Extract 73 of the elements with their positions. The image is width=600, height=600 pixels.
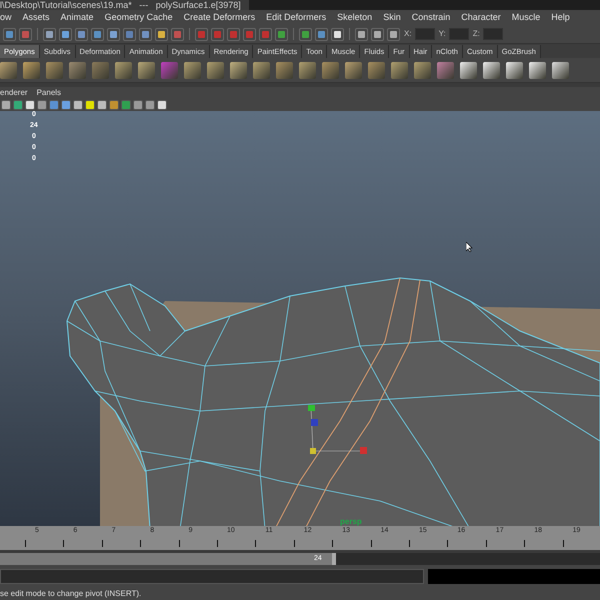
field-label: Z:	[472, 28, 480, 40]
shelf-tool-icon[interactable]	[322, 62, 339, 79]
shelf-tool-icon[interactable]	[138, 62, 155, 79]
shelf-tool-icon[interactable]	[184, 62, 201, 79]
panel-tool-icon[interactable]	[109, 100, 119, 110]
panel-tool-icon[interactable]	[1, 100, 11, 110]
panel-tool-icon[interactable]	[85, 100, 95, 110]
shelf-tool-icon[interactable]	[115, 62, 132, 79]
menu-item[interactable]: Character	[461, 11, 501, 25]
shelf-tool-icon[interactable]	[345, 62, 362, 79]
shelf-tool-icon[interactable]	[552, 62, 569, 79]
shelf-tool-icon[interactable]	[368, 62, 385, 79]
shelf-tool-icon[interactable]	[230, 62, 247, 79]
shelf-tool-icon[interactable]	[23, 62, 40, 79]
panel-menu-item[interactable]: Panels	[36, 87, 62, 100]
shelf-tool-icon[interactable]	[460, 62, 477, 79]
menu-item[interactable]: Muscle	[512, 11, 540, 25]
panel-tool-icon[interactable]	[133, 100, 143, 110]
panel-menu-item[interactable]: enderer	[0, 87, 28, 100]
shelf-tool-icon[interactable]	[483, 62, 500, 79]
coordinate-field[interactable]	[448, 28, 469, 40]
menu-item[interactable]: ow	[0, 11, 12, 25]
toolbar-tool-icon[interactable]	[59, 28, 72, 41]
mesh-wireframe-drawing[interactable]	[66, 278, 600, 526]
toolbar-tool-icon[interactable]	[43, 28, 56, 41]
menu-item[interactable]: Animate	[60, 11, 94, 25]
panel-tool-icon[interactable]	[121, 100, 131, 110]
shelf-tool-icon[interactable]	[0, 62, 17, 79]
field-label: X:	[404, 28, 412, 40]
shelf-tool-icon[interactable]	[391, 62, 408, 79]
toolbar-tool-icon[interactable]	[387, 28, 400, 41]
shelf-tool-icon[interactable]	[46, 62, 63, 79]
panel-tool-icon[interactable]	[13, 100, 23, 110]
shelf-tool-icon[interactable]	[253, 62, 270, 79]
move-manipulator-drawing[interactable]	[308, 405, 367, 454]
shelf-tool-icon[interactable]	[207, 62, 224, 79]
menu-item[interactable]: Create Deformers	[184, 11, 256, 25]
camera-label: persp	[340, 516, 362, 526]
panel-tool-icon[interactable]	[37, 100, 47, 110]
menu-item[interactable]: Skin	[383, 11, 401, 25]
menu-item[interactable]: Skeleton	[337, 11, 372, 25]
shelf-tool-icon[interactable]	[299, 62, 316, 79]
shelf-tool-icon[interactable]	[506, 62, 523, 79]
cursor-icon	[466, 242, 474, 252]
toolbar-tool-icon[interactable]	[139, 28, 152, 41]
menu-item[interactable]: Geometry Cache	[104, 11, 173, 25]
shelf-tool-icon[interactable]	[529, 62, 546, 79]
shelf-tool-icon[interactable]	[414, 62, 431, 79]
toolbar-tool-icon[interactable]	[155, 28, 168, 41]
toolbar-tool-icon[interactable]	[331, 28, 344, 41]
toolbar-tool-icon[interactable]	[355, 28, 368, 41]
toolbar-tool-icon[interactable]	[371, 28, 384, 41]
panel-tool-icon[interactable]	[25, 100, 35, 110]
range-slider-bar[interactable]	[0, 553, 336, 566]
toolbar-tool-icon[interactable]	[75, 28, 88, 41]
field-label: Y:	[438, 28, 446, 40]
menu-item[interactable]: Help	[551, 11, 570, 25]
panel-tool-icon[interactable]	[73, 100, 83, 110]
panel-tool-icon[interactable]	[97, 100, 107, 110]
toolbar-tool-icon[interactable]	[107, 28, 120, 41]
panel-tool-icon[interactable]	[61, 100, 71, 110]
menu-item[interactable]: Assets	[22, 11, 50, 25]
menu-item[interactable]: Edit Deformers	[266, 11, 326, 25]
window-title: l\Desktop\Tutorial\scenes\19.ma* --- polySurface1.e[3978]	[0, 0, 249, 10]
shelf-tool-icon[interactable]	[276, 62, 293, 79]
help-line-text: se edit mode to change pivot (INSERT).	[0, 588, 142, 600]
panel-tool-icon[interactable]	[145, 100, 155, 110]
coordinate-field[interactable]	[414, 28, 435, 40]
panel-tool-icon[interactable]	[157, 100, 167, 110]
menu-item[interactable]: Constrain	[412, 11, 450, 25]
shelf-tool-icon[interactable]	[437, 62, 454, 79]
panel-tool-icon[interactable]	[49, 100, 59, 110]
coordinate-field[interactable]	[482, 28, 503, 40]
